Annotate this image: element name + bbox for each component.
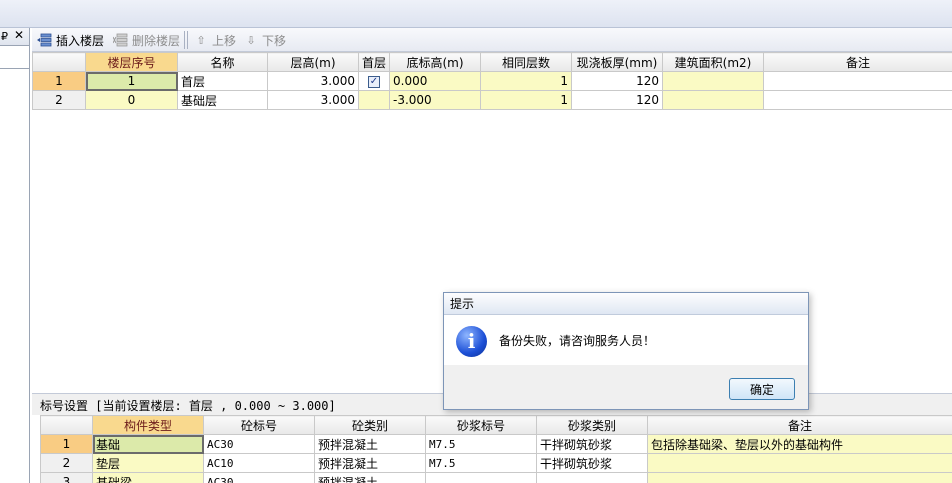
concrete-type-cell[interactable]: 预拌混凝土 <box>314 453 426 473</box>
grade-settings-label: 标号设置 [当前设置楼层: 首层 , 0.000 ~ 3.000] <box>40 399 336 413</box>
col-header-name[interactable]: 名称 <box>177 52 268 72</box>
row-number[interactable]: 1 <box>32 71 86 91</box>
row-number[interactable]: 1 <box>40 434 93 454</box>
component-type-cell[interactable]: 垫层 <box>92 453 204 473</box>
concrete-grade-cell[interactable]: AC30 <box>203 472 315 483</box>
row-number[interactable]: 3 <box>40 472 93 483</box>
concrete-grade-cell[interactable]: AC30 <box>203 434 315 454</box>
mortar-type-cell[interactable] <box>536 472 648 483</box>
table-row[interactable]: 2 0 基础层 3.000 -3.000 1 120 <box>32 90 952 110</box>
building-area-cell[interactable] <box>662 90 764 110</box>
component-type-cell[interactable]: 基础梁 <box>92 472 204 483</box>
table-row[interactable]: 1 基础 AC30 预拌混凝土 M7.5 干拌砌筑砂浆 包括除基础梁、垫层以外的… <box>40 434 952 454</box>
col-header-mortar-type[interactable]: 砂浆类别 <box>536 415 648 435</box>
move-up-label: 上移 <box>212 33 237 48</box>
col-header-building-area[interactable]: 建筑面积(m2) <box>662 52 764 72</box>
toolbar-separator <box>184 31 185 49</box>
delete-floor-icon <box>113 33 129 47</box>
floor-table-header: 楼层序号 名称 层高(m) 首层 底标高(m) 相同层数 现浇板厚(mm) 建筑… <box>32 52 952 72</box>
col-header-row-number <box>32 52 86 72</box>
mortar-grade-cell[interactable]: M7.5 <box>425 434 537 454</box>
row-number[interactable]: 2 <box>32 90 86 110</box>
ok-button[interactable]: 确定 <box>729 378 795 400</box>
toolbar-separator <box>187 31 188 49</box>
alert-dialog: 提示 i 备份失败，请咨询服务人员！ 确定 <box>443 292 809 410</box>
insert-floor-label: 插入楼层 <box>56 33 105 48</box>
col-header-height[interactable]: 层高(m) <box>267 52 359 72</box>
note-cell[interactable] <box>763 71 952 91</box>
col-header-row-number <box>40 415 93 435</box>
dialog-title: 提示 <box>444 293 808 315</box>
col-header-first-floor[interactable]: 首层 <box>358 52 390 72</box>
base-elevation-cell[interactable]: 0.000 <box>389 71 481 91</box>
window-title-strip <box>0 0 952 28</box>
delete-floor-label: 删除楼层 <box>132 33 181 48</box>
move-down-button[interactable]: ⇩ 下移 <box>240 30 289 50</box>
mortar-grade-cell[interactable]: M7.5 <box>425 453 537 473</box>
building-area-cell[interactable] <box>662 71 764 91</box>
mortar-type-cell[interactable]: 干拌砌筑砂浆 <box>536 434 648 454</box>
dialog-message: 备份失败，请咨询服务人员！ <box>499 334 656 348</box>
col-header-concrete-type[interactable]: 砼类别 <box>314 415 426 435</box>
row-number[interactable]: 2 <box>40 453 93 473</box>
same-count-cell[interactable]: 1 <box>480 71 572 91</box>
col-header-mortar-grade[interactable]: 砂浆标号 <box>425 415 537 435</box>
base-elevation-cell[interactable]: -3.000 <box>389 90 481 110</box>
note-cell[interactable]: 包括除基础梁、垫层以外的基础构件 <box>647 434 952 454</box>
delete-floor-button[interactable]: 删除楼层 <box>110 30 183 50</box>
floor-height-cell[interactable]: 3.000 <box>267 71 359 91</box>
first-floor-cell[interactable] <box>358 90 390 110</box>
grade-table-header: 构件类型 砼标号 砼类别 砂浆标号 砂浆类别 备注 <box>40 415 952 435</box>
col-header-note[interactable]: 备注 <box>647 415 952 435</box>
table-row[interactable]: 1 1 首层 3.000 ✓ 0.000 1 120 <box>32 71 952 91</box>
arrow-down-icon: ⇩ <box>246 33 256 47</box>
pin-icon[interactable]: ₽ <box>1 30 8 43</box>
dialog-body: i 备份失败，请咨询服务人员！ <box>444 315 808 365</box>
note-cell[interactable] <box>647 453 952 473</box>
mortar-grade-cell[interactable] <box>425 472 537 483</box>
table-row[interactable]: 3 基础梁 AC30 预拌混凝土 <box>40 472 952 483</box>
move-up-button[interactable]: ⇧ 上移 <box>190 30 239 50</box>
close-icon[interactable]: ✕ <box>14 28 24 42</box>
floor-seq-cell[interactable]: 1 <box>85 71 178 91</box>
same-count-cell[interactable]: 1 <box>480 90 572 110</box>
toolbar: 插入楼层 删除楼层 ⇧ 上移 ⇩ 下移 <box>32 28 952 52</box>
floor-name-cell[interactable]: 首层 <box>177 71 268 91</box>
arrow-up-icon: ⇧ <box>196 33 206 47</box>
col-header-floor-seq[interactable]: 楼层序号 <box>85 52 178 72</box>
note-cell[interactable] <box>647 472 952 483</box>
floor-seq-cell[interactable]: 0 <box>85 90 178 110</box>
col-header-same-count[interactable]: 相同层数 <box>480 52 572 72</box>
col-header-concrete-grade[interactable]: 砼标号 <box>203 415 315 435</box>
note-cell[interactable] <box>763 90 952 110</box>
floor-table: 楼层序号 名称 层高(m) 首层 底标高(m) 相同层数 现浇板厚(mm) 建筑… <box>32 52 952 110</box>
floor-height-cell[interactable]: 3.000 <box>267 90 359 110</box>
insert-floor-button[interactable]: 插入楼层 <box>34 30 107 50</box>
insert-floor-icon <box>37 33 53 47</box>
left-panel: ₽ ✕ <box>0 28 30 483</box>
concrete-grade-cell[interactable]: AC10 <box>203 453 315 473</box>
component-type-cell[interactable]: 基础 <box>92 434 204 454</box>
move-down-label: 下移 <box>262 33 287 48</box>
left-panel-header: ₽ ✕ <box>0 28 29 46</box>
mortar-type-cell[interactable]: 干拌砌筑砂浆 <box>536 453 648 473</box>
info-icon: i <box>456 326 487 357</box>
slab-thickness-cell[interactable]: 120 <box>571 71 663 91</box>
concrete-type-cell[interactable]: 预拌混凝土 <box>314 434 426 454</box>
left-panel-divider <box>0 68 29 69</box>
grade-table: 构件类型 砼标号 砼类别 砂浆标号 砂浆类别 备注 1 基础 AC30 预拌混凝… <box>40 415 952 483</box>
col-header-note[interactable]: 备注 <box>763 52 952 72</box>
col-header-component-type[interactable]: 构件类型 <box>92 415 204 435</box>
table-row[interactable]: 2 垫层 AC10 预拌混凝土 M7.5 干拌砌筑砂浆 <box>40 453 952 473</box>
first-floor-checkbox[interactable]: ✓ <box>368 75 380 88</box>
slab-thickness-cell[interactable]: 120 <box>571 90 663 110</box>
concrete-type-cell[interactable]: 预拌混凝土 <box>314 472 426 483</box>
floor-name-cell[interactable]: 基础层 <box>177 90 268 110</box>
col-header-base-elevation[interactable]: 底标高(m) <box>389 52 481 72</box>
first-floor-cell[interactable]: ✓ <box>358 71 390 91</box>
col-header-slab-thickness[interactable]: 现浇板厚(mm) <box>571 52 663 72</box>
